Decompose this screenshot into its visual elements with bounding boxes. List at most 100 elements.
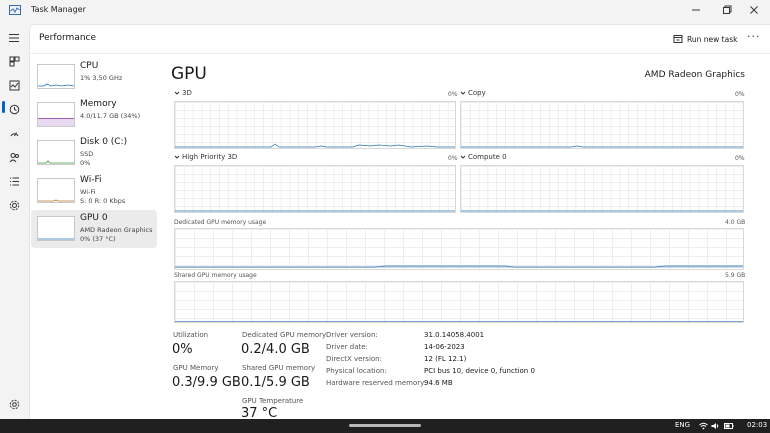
resource-name: Disk 0 (C:) (80, 137, 128, 147)
info-label: Hardware reserved memory: (326, 379, 427, 387)
resource-name: Wi-Fi (80, 175, 102, 185)
dedicated-memory-graph (174, 228, 744, 270)
engine-graph-compute-0 (460, 165, 744, 213)
engine-label: 3D (182, 89, 192, 97)
info-label: Driver date: (326, 343, 368, 351)
cpu-thumbnail (37, 64, 75, 89)
nav-startup-apps[interactable] (6, 125, 22, 141)
nav-processes[interactable] (6, 53, 22, 69)
nav-performance[interactable] (6, 77, 22, 93)
gear-icon (9, 399, 19, 409)
dedicated-memory-label: Dedicated GPU memory (242, 331, 327, 339)
chevron-down-icon (460, 91, 466, 95)
clock[interactable]: 02:03 (747, 421, 767, 429)
engine-graph-copy (460, 101, 744, 149)
wifi-icon[interactable] (699, 422, 708, 430)
resource-item-wifi[interactable]: Wi-Fi Wi-Fi S: 0 R: 0 Kbps (31, 172, 157, 210)
close-button[interactable] (738, 0, 770, 20)
engine-label: High Priority 3D (182, 153, 238, 161)
memory-thumbnail (37, 102, 75, 127)
shared-memory-graph-max: 5.9 GB (725, 272, 746, 279)
task-manager-app-icon (9, 5, 21, 15)
window-title: Task Manager (31, 5, 86, 14)
minimize-icon (692, 9, 700, 11)
performance-icon (9, 80, 19, 90)
info-value: PCI bus 10, device 0, function 0 (424, 367, 535, 375)
engine-percent: 0% (735, 91, 745, 98)
engine-graph-3d (174, 101, 456, 149)
disk-thumbnail (37, 140, 75, 165)
engine-percent: 0% (735, 155, 745, 162)
chevron-down-icon (174, 91, 180, 95)
hamburger-icon (9, 34, 19, 42)
shared-memory-label: Shared GPU memory (242, 364, 316, 372)
page-header: Performance Run new task ··· (29, 24, 770, 54)
wifi-thumbnail (37, 178, 75, 203)
volume-icon[interactable] (711, 422, 720, 430)
gpu-memory-value: 0.3/9.9 GB (172, 375, 241, 390)
input-language[interactable]: ENG (675, 421, 690, 429)
nav-details[interactable] (6, 173, 22, 189)
resource-item-gpu[interactable]: GPU 0 AMD Radeon Graphics 0% (37 °C) (31, 210, 157, 248)
engine-percent: 0% (448, 155, 458, 162)
resource-detail: Wi-Fi (80, 188, 96, 196)
engine-label: Compute 0 (468, 153, 507, 161)
run-new-task-label: Run new task (687, 34, 738, 44)
info-value: 31.0.14058.4001 (424, 331, 485, 339)
dedicated-memory-graph-label: Dedicated GPU memory usage (174, 219, 267, 226)
info-label: Physical location: (326, 367, 387, 375)
resource-item-cpu[interactable]: CPU 1% 3,50 GHz (31, 58, 157, 96)
gpu-memory-label: GPU Memory (173, 364, 219, 372)
resource-detail: 4.0/11.7 GB (34%) (80, 112, 141, 120)
resource-list: CPU 1% 3,50 GHz Memory 4.0/11.7 GB (34%)… (31, 58, 157, 248)
resource-name: GPU 0 (80, 213, 108, 223)
engine-selector-copy[interactable]: Copy (460, 89, 486, 97)
gpu-temperature-label: GPU Temperature (242, 397, 304, 405)
chevron-down-icon (174, 155, 180, 159)
more-options-button[interactable]: ··· (747, 30, 761, 43)
navigation-rail (0, 22, 28, 419)
minimize-button[interactable] (680, 0, 712, 20)
gpu-heading: GPU (171, 64, 207, 84)
engine-graph-high-priority-3d (174, 165, 456, 213)
nav-settings[interactable] (6, 396, 22, 412)
details-list-icon (9, 177, 19, 185)
utilization-value: 0% (172, 342, 193, 357)
dedicated-memory-value: 0.2/4.0 GB (241, 342, 310, 357)
battery-icon[interactable] (724, 422, 734, 430)
run-task-icon (673, 35, 683, 43)
resource-name: Memory (80, 99, 117, 109)
processes-icon (9, 56, 19, 66)
utilization-label: Utilization (173, 331, 209, 339)
run-new-task-button[interactable]: Run new task (673, 32, 737, 46)
taskbar-handle[interactable] (349, 424, 421, 427)
title-bar: Task Manager (0, 0, 770, 22)
resource-detail: AMD Radeon Graphics (80, 226, 153, 234)
history-icon (9, 104, 19, 114)
hamburger-menu-button[interactable] (6, 30, 22, 46)
resource-detail-2: 0% (80, 159, 91, 167)
page-title: Performance (39, 33, 97, 43)
chevron-down-icon (460, 155, 466, 159)
restore-icon (723, 5, 732, 14)
close-icon (750, 6, 758, 14)
nav-users[interactable] (6, 149, 22, 165)
engine-selector-compute-0[interactable]: Compute 0 (460, 153, 507, 161)
engine-label: Copy (468, 89, 486, 97)
shared-memory-graph-label: Shared GPU memory usage (174, 272, 257, 279)
nav-active-indicator (2, 101, 5, 113)
dedicated-memory-graph-max: 4.0 GB (725, 219, 746, 226)
engine-selector-high-priority-3d[interactable]: High Priority 3D (174, 153, 237, 161)
resource-name: CPU (80, 61, 99, 71)
shared-memory-value: 0.1/5.9 GB (241, 375, 310, 390)
shared-memory-graph (174, 281, 744, 323)
nav-app-history[interactable] (6, 101, 22, 117)
nav-services[interactable] (6, 197, 22, 213)
engine-selector-3d[interactable]: 3D (174, 89, 192, 97)
resource-detail: 1% 3,50 GHz (80, 74, 123, 82)
gpu-thumbnail (37, 216, 75, 241)
resource-item-disk[interactable]: Disk 0 (C:) SSD 0% (31, 134, 157, 172)
engine-percent: 0% (448, 91, 458, 98)
resource-item-memory[interactable]: Memory 4.0/11.7 GB (34%) (31, 96, 157, 134)
resource-detail-2: S: 0 R: 0 Kbps (80, 197, 126, 205)
